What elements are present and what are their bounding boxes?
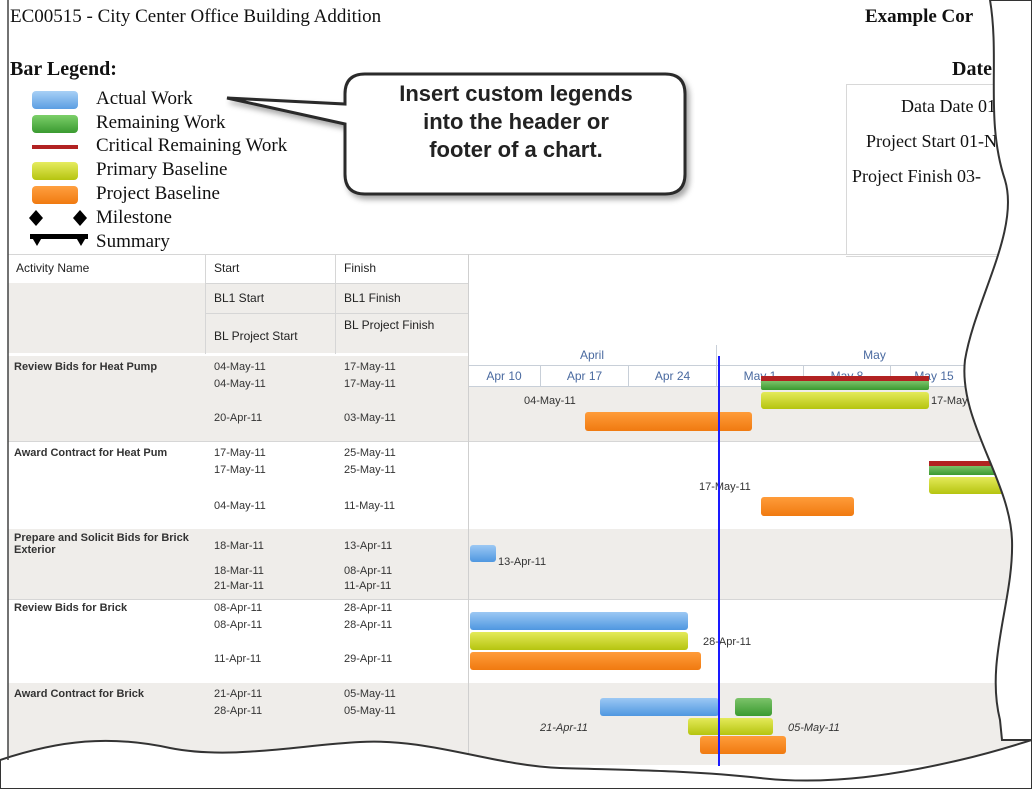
torn-edge-overlay	[0, 0, 1032, 789]
printed-page: EC00515 - City Center Office Building Ad…	[0, 0, 1032, 789]
